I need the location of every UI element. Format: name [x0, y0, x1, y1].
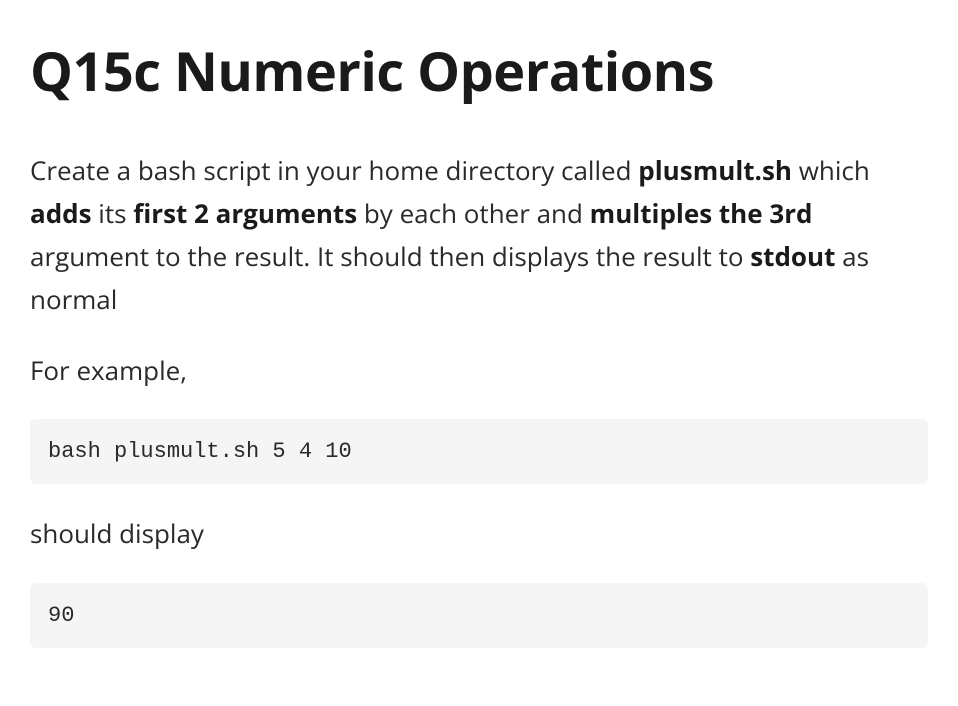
bold-first2args: first 2 arguments	[133, 195, 357, 231]
example-intro: For example,	[30, 349, 928, 392]
text-segment: argument to the result. It should then d…	[30, 238, 750, 274]
should-display-text: should display	[30, 512, 928, 555]
text-segment: by each other and	[357, 195, 590, 231]
text-segment: which	[792, 152, 870, 188]
example-command-code: bash plusmult.sh 5 4 10	[30, 419, 928, 484]
bold-filename: plusmult.sh	[638, 152, 792, 188]
text-segment: its	[92, 195, 134, 231]
page-heading: Q15c Numeric Operations	[30, 30, 928, 111]
example-output-code: 90	[30, 583, 928, 648]
bold-multiples3rd: multiples the 3rd	[590, 195, 813, 231]
text-segment: Create a bash script in your home direct…	[30, 152, 638, 188]
bold-stdout: stdout	[750, 238, 835, 274]
instruction-paragraph: Create a bash script in your home direct…	[30, 149, 928, 321]
bold-adds: adds	[30, 195, 92, 231]
